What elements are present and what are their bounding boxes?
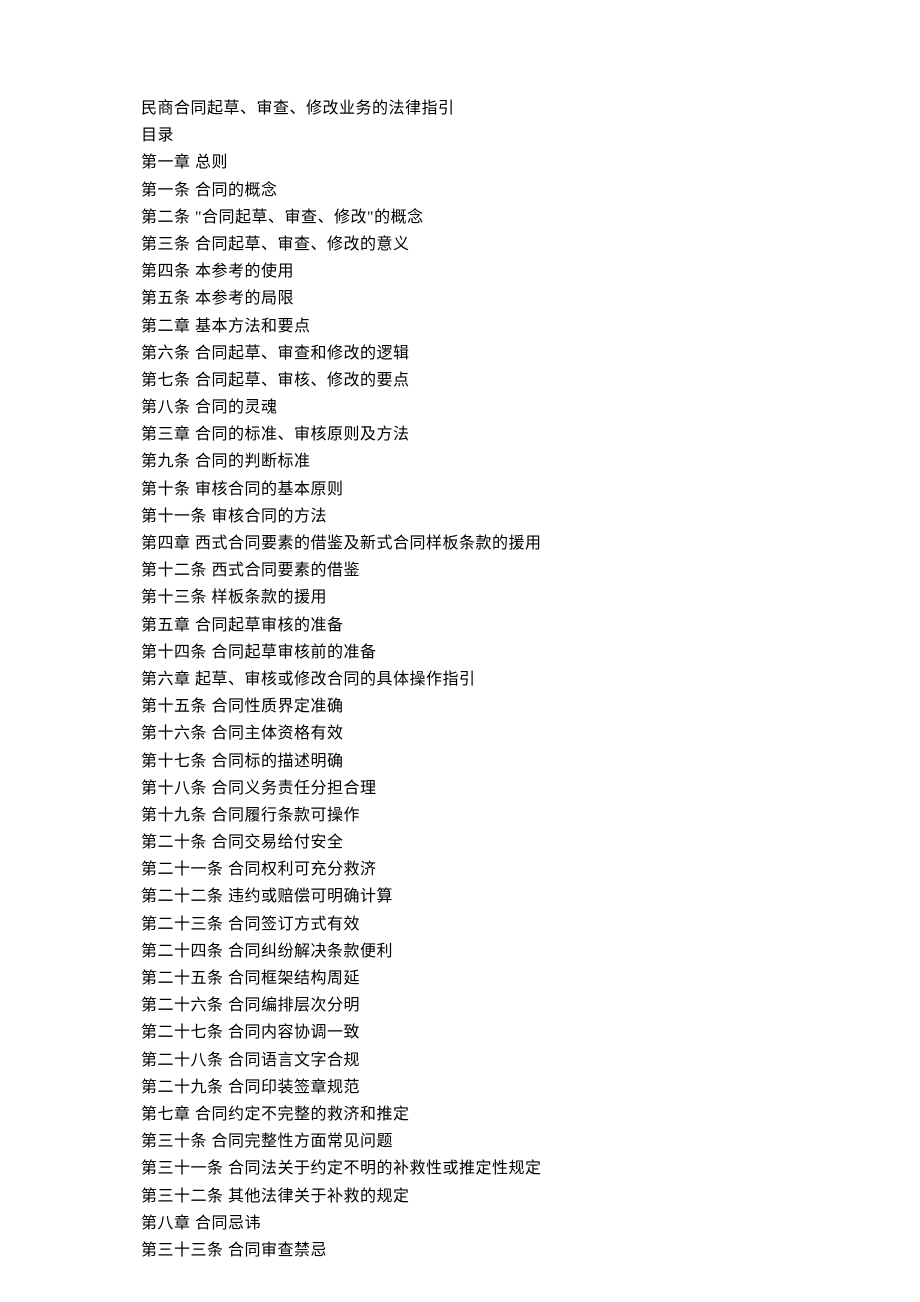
toc-entry: 第六章 起草、审核或修改合同的具体操作指引 [141, 666, 920, 693]
toc-entry: 第三章 合同的标准、审核原则及方法 [141, 421, 920, 448]
toc-entry: 第二十九条 合同印装签章规范 [141, 1074, 920, 1101]
toc-entry: 第三十一条 合同法关于约定不明的补救性或推定性规定 [141, 1155, 920, 1182]
toc-entry: 第三十二条 其他法律关于补救的规定 [141, 1183, 920, 1210]
toc-entry: 第三十三条 合同审查禁忌 [141, 1237, 920, 1264]
toc-entry: 第十三条 样板条款的援用 [141, 584, 920, 611]
document-title: 民商合同起草、审查、修改业务的法律指引 [141, 95, 920, 122]
toc-entry: 第十六条 合同主体资格有效 [141, 720, 920, 747]
toc-entry: 第十一条 审核合同的方法 [141, 503, 920, 530]
toc-entry: 第十九条 合同履行条款可操作 [141, 802, 920, 829]
toc-entry: 第八条 合同的灵魂 [141, 394, 920, 421]
toc-entry: 第七条 合同起草、审核、修改的要点 [141, 367, 920, 394]
toc-entry: 第十八条 合同义务责任分担合理 [141, 775, 920, 802]
toc-entry: 第八章 合同忌讳 [141, 1210, 920, 1237]
toc-entry: 第二十六条 合同编排层次分明 [141, 992, 920, 1019]
toc-entry: 第四条 本参考的使用 [141, 258, 920, 285]
toc-entry: 第六条 合同起草、审查和修改的逻辑 [141, 340, 920, 367]
toc-entry: 第一条 合同的概念 [141, 177, 920, 204]
toc-entry: 第二十二条 违约或赔偿可明确计算 [141, 883, 920, 910]
toc-entry: 第五章 合同起草审核的准备 [141, 612, 920, 639]
toc-entry: 第二十五条 合同框架结构周延 [141, 965, 920, 992]
document-subtitle: 目录 [141, 122, 920, 149]
toc-entry: 第十条 审核合同的基本原则 [141, 476, 920, 503]
toc-entry: 第二十八条 合同语言文字合规 [141, 1047, 920, 1074]
toc-entry: 第二条 "合同起草、审查、修改"的概念 [141, 204, 920, 231]
toc-entry: 第九条 合同的判断标准 [141, 448, 920, 475]
toc-entry: 第十四条 合同起草审核前的准备 [141, 639, 920, 666]
toc-entry: 第十二条 西式合同要素的借鉴 [141, 557, 920, 584]
toc-entry: 第七章 合同约定不完整的救济和推定 [141, 1101, 920, 1128]
toc-entry: 第二十三条 合同签订方式有效 [141, 911, 920, 938]
toc-entry: 第二章 基本方法和要点 [141, 313, 920, 340]
toc-entry: 第四章 西式合同要素的借鉴及新式合同样板条款的援用 [141, 530, 920, 557]
toc-entry: 第十五条 合同性质界定准确 [141, 693, 920, 720]
toc-entry: 第二十一条 合同权利可充分救济 [141, 856, 920, 883]
toc-entry: 第二十七条 合同内容协调一致 [141, 1019, 920, 1046]
toc-entry: 第五条 本参考的局限 [141, 285, 920, 312]
toc-entry: 第三条 合同起草、审查、修改的意义 [141, 231, 920, 258]
toc-entry: 第二十四条 合同纠纷解决条款便利 [141, 938, 920, 965]
toc-entry: 第三十条 合同完整性方面常见问题 [141, 1128, 920, 1155]
toc-entry: 第一章 总则 [141, 149, 920, 176]
toc-entry: 第十七条 合同标的描述明确 [141, 748, 920, 775]
toc-entry: 第二十条 合同交易给付安全 [141, 829, 920, 856]
